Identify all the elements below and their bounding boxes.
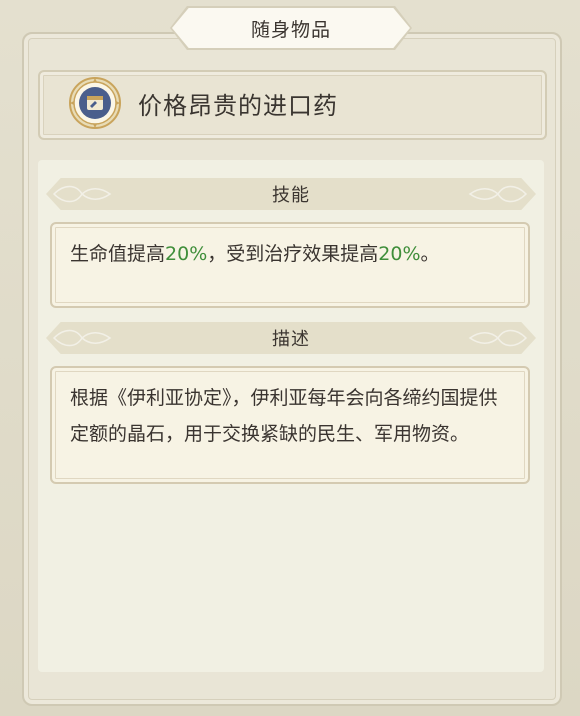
skill-section-header: 技能 [46,178,536,210]
description-text: 根据《伊利亚协定》，伊利亚每年会向各缔约国提供定额的晶石，用于交换紧缺的民生、军… [70,387,498,445]
skill-text-2: ，受到治疗效果提高 [207,243,379,265]
skill-text-3: 。 [420,243,440,265]
ornament-right-icon [468,329,528,347]
skill-text-1: 生命值提高 [70,243,166,265]
item-detail-window: 随身物品 价格昂贵的进口药 技能 生命值提高20%，受到治疗效果提高20%。 描… [0,0,580,716]
ornament-left-icon [52,185,112,203]
panel-title: 随身物品 [172,8,410,48]
ornament-right-icon [468,185,528,203]
medicine-bottle-icon [69,77,121,129]
description-header-label: 描述 [272,329,310,350]
description-section-header: 描述 [46,322,536,354]
skill-header-label: 技能 [272,185,310,206]
skill-value-2: 20% [378,243,421,265]
item-name: 价格昂贵的进口药 [138,92,338,120]
skill-text-box: 生命值提高20%，受到治疗效果提高20%。 [50,222,530,308]
skill-value-1: 20% [165,243,208,265]
ornament-left-icon [52,329,112,347]
description-text-box: 根据《伊利亚协定》，伊利亚每年会向各缔约国提供定额的晶石，用于交换紧缺的民生、军… [50,366,530,484]
